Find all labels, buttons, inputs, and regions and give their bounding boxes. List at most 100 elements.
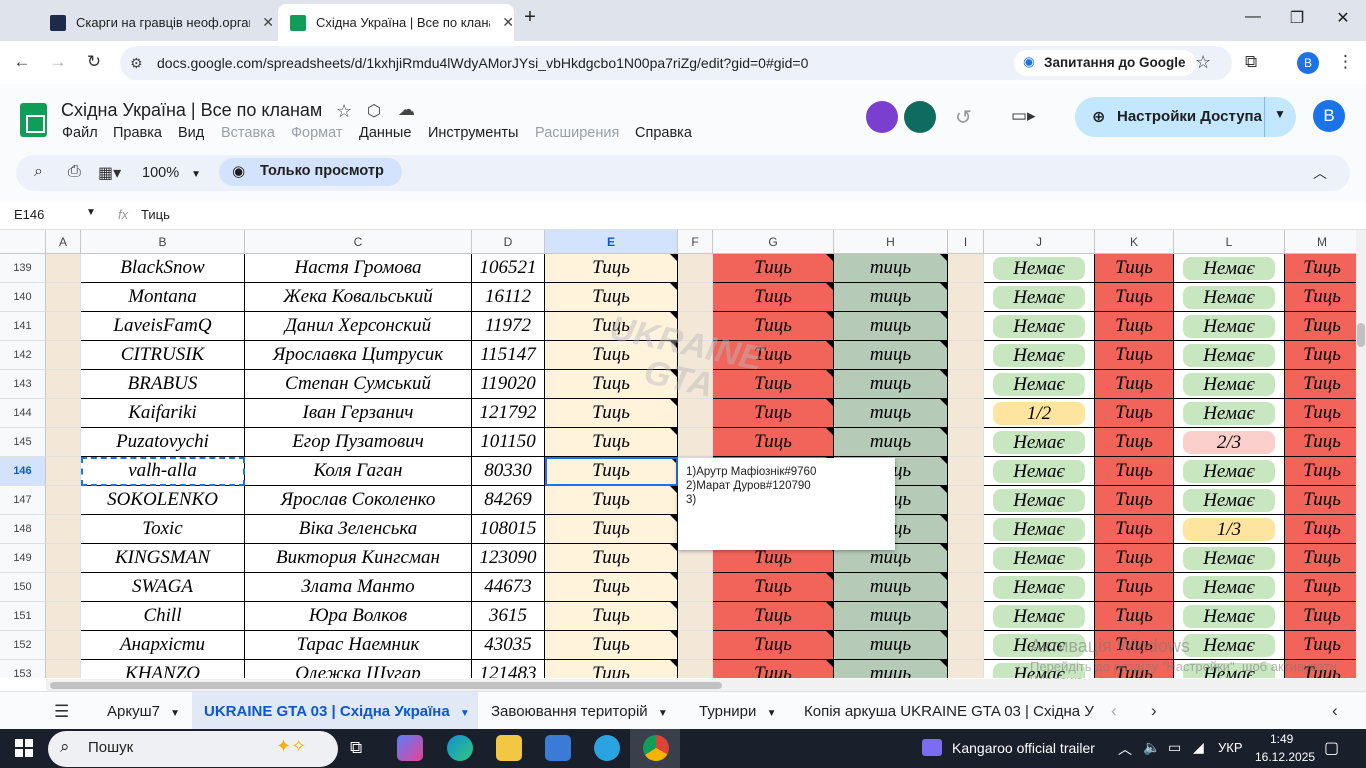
cell-I153[interactable] [948, 660, 984, 678]
cell-L150[interactable]: Немає [1174, 573, 1285, 602]
sheet-tab-copy[interactable]: Копія аркуша UKRAINE GTA 03 | Східна У [804, 703, 1096, 720]
cell-G153[interactable]: Тиць [713, 660, 834, 678]
cell-M147[interactable]: Тиць [1285, 486, 1356, 515]
cell-K146[interactable]: Тиць [1095, 457, 1174, 486]
chrome-app-icon[interactable] [643, 735, 669, 761]
row-header[interactable]: 146 [0, 457, 46, 486]
cell-D140[interactable]: 16112 [472, 283, 545, 312]
paint-format-icon[interactable]: ▦▾ [98, 163, 121, 183]
history-icon[interactable]: ↺ [955, 105, 972, 130]
cell-M144[interactable]: Тиць [1285, 399, 1356, 428]
maximize-icon[interactable]: ❐ [1282, 8, 1312, 28]
cell-L149[interactable]: Немає [1174, 544, 1285, 573]
menu-extensions[interactable]: Расширения [535, 125, 619, 141]
cell-K148[interactable]: Тиць [1095, 515, 1174, 544]
cell-M149[interactable]: Тиць [1285, 544, 1356, 573]
scroll-tabs-right-icon[interactable]: › [1151, 701, 1157, 721]
zoom-select[interactable]: 100% ▼ [142, 165, 201, 181]
cell-A140[interactable] [46, 283, 81, 312]
status-chip[interactable]: Немає [1183, 489, 1275, 512]
column-header-F[interactable]: F [678, 230, 713, 254]
cell-L143[interactable]: Немає [1174, 370, 1285, 399]
cell-M140[interactable]: Тиць [1285, 283, 1356, 312]
cell-H144[interactable]: тиць [834, 399, 948, 428]
status-chip[interactable]: Немає [993, 489, 1085, 512]
cell-C143[interactable]: Степан Сумський [245, 370, 472, 399]
cell-J139[interactable]: Немає [984, 254, 1095, 283]
cell-I147[interactable] [948, 486, 984, 515]
cell-I139[interactable] [948, 254, 984, 283]
sheet-tab-arkush7[interactable]: Аркуш7 ▼ [107, 703, 180, 720]
new-tab-icon[interactable]: + [515, 6, 545, 29]
cell-H153[interactable]: тиць [834, 660, 948, 678]
cell-A142[interactable] [46, 341, 81, 370]
cell-C140[interactable]: Жека Ковальський [245, 283, 472, 312]
cell-H141[interactable]: тиць [834, 312, 948, 341]
cell-J145[interactable]: Немає [984, 428, 1095, 457]
status-chip[interactable]: Немає [1183, 460, 1275, 483]
move-icon[interactable]: ⬡ [367, 101, 381, 121]
browser-tab-sheet[interactable]: Східна Україна | Все по клана ✕ [278, 4, 514, 41]
cell-M141[interactable]: Тиць [1285, 312, 1356, 341]
status-chip[interactable]: Немає [1183, 634, 1275, 657]
menu-data[interactable]: Данные [359, 125, 411, 141]
cell-K143[interactable]: Тиць [1095, 370, 1174, 399]
row-header[interactable]: 140 [0, 283, 46, 312]
cell-G139[interactable]: Тиць [713, 254, 834, 283]
browser-menu-icon[interactable]: ⋮ [1337, 52, 1354, 72]
cell-M139[interactable]: Тиць [1285, 254, 1356, 283]
close-tab-icon[interactable]: ✕ [502, 14, 514, 31]
cell-D142[interactable]: 115147 [472, 341, 545, 370]
cell-C148[interactable]: Віка Зеленська [245, 515, 472, 544]
cell-C144[interactable]: Іван Герзанич [245, 399, 472, 428]
cell-B147[interactable]: SOKOLENKO [81, 486, 245, 515]
cell-D141[interactable]: 11972 [472, 312, 545, 341]
cell-I143[interactable] [948, 370, 984, 399]
cell-D150[interactable]: 44673 [472, 573, 545, 602]
cell-A145[interactable] [46, 428, 81, 457]
cell-A152[interactable] [46, 631, 81, 660]
cell-F153[interactable] [678, 660, 713, 678]
cell-D152[interactable]: 43035 [472, 631, 545, 660]
media-app-icon[interactable] [922, 739, 942, 756]
menu-tools[interactable]: Инструменты [428, 125, 518, 141]
cell-M145[interactable]: Тиць [1285, 428, 1356, 457]
cell-F150[interactable] [678, 573, 713, 602]
row-header[interactable]: 153 [0, 660, 46, 678]
cell-C149[interactable]: Виктория Кингсман [245, 544, 472, 573]
forward-icon[interactable]: → [46, 52, 70, 72]
column-header-M[interactable]: M [1285, 230, 1356, 254]
cell-I144[interactable] [948, 399, 984, 428]
cell-A146[interactable] [46, 457, 81, 486]
column-header-G[interactable]: G [713, 230, 834, 254]
cell-I148[interactable] [948, 515, 984, 544]
row-header[interactable]: 139 [0, 254, 46, 283]
viewer-avatar[interactable] [866, 101, 898, 133]
chevron-down-icon[interactable]: ▼ [1274, 107, 1286, 121]
menu-edit[interactable]: Правка [113, 125, 162, 141]
status-chip[interactable]: Немає [1183, 373, 1275, 396]
row-header[interactable]: 145 [0, 428, 46, 457]
collapse-menus-icon[interactable]: ︿ [1313, 163, 1327, 183]
cell-G145[interactable]: Тиць [713, 428, 834, 457]
cell-L144[interactable]: Немає [1174, 399, 1285, 428]
cell-I142[interactable] [948, 341, 984, 370]
cell-K151[interactable]: Тиць [1095, 602, 1174, 631]
cell-J141[interactable]: Немає [984, 312, 1095, 341]
cell-B140[interactable]: Montana [81, 283, 245, 312]
column-header-A[interactable]: A [46, 230, 81, 254]
cell-I145[interactable] [948, 428, 984, 457]
close-tab-icon[interactable]: ✕ [262, 14, 274, 31]
cell-G152[interactable]: Тиць [713, 631, 834, 660]
star-icon[interactable]: ☆ [336, 101, 352, 122]
column-header-K[interactable]: K [1095, 230, 1174, 254]
explore-collapse-icon[interactable]: ‹ [1332, 701, 1338, 721]
status-chip[interactable]: Немає [993, 605, 1085, 628]
cell-H143[interactable]: тиць [834, 370, 948, 399]
cell-B148[interactable]: Toxic [81, 515, 245, 544]
cell-H142[interactable]: тиць [834, 341, 948, 370]
column-header-L[interactable]: L [1174, 230, 1285, 254]
view-only-badge[interactable]: ◉ Только просмотр [219, 158, 402, 186]
cell-L152[interactable]: Немає [1174, 631, 1285, 660]
row-header[interactable]: 150 [0, 573, 46, 602]
